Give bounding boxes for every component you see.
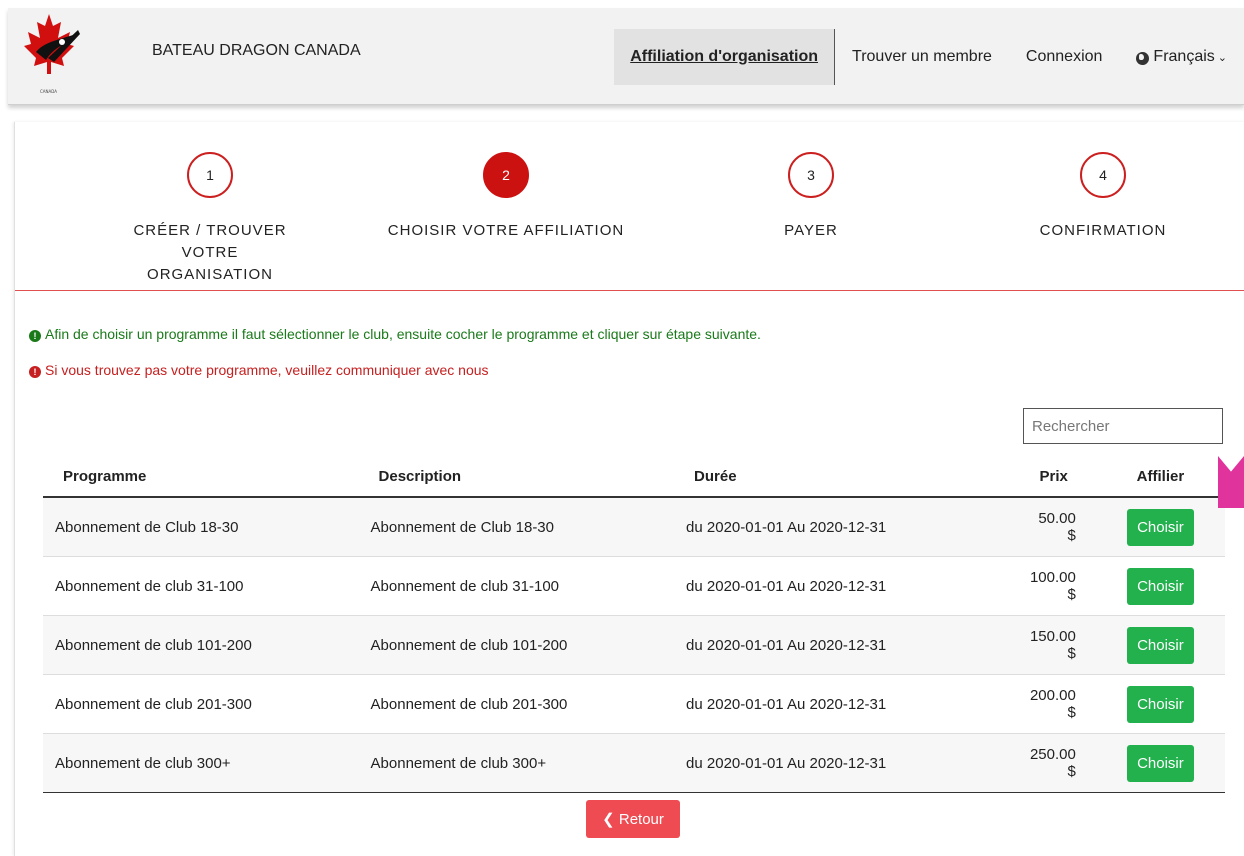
choose-button[interactable]: Choisir (1127, 744, 1194, 782)
step-2-label: CHOISIR VOTRE AFFILIATION (387, 222, 625, 239)
affiliate-cell: Choisir (1095, 674, 1225, 734)
price-cell: 50.00 $ (1017, 496, 1096, 557)
info-message: ! Afin de choisir un programme il faut sé… (29, 326, 761, 342)
description-cell: Abonnement de club 101-200 (358, 615, 675, 675)
search-input[interactable] (1023, 408, 1223, 444)
language-dropdown[interactable]: Français ⌄ (1119, 29, 1244, 85)
price-cell: 250.00 $ (1017, 733, 1096, 793)
price-cell: 100.00 $ (1017, 556, 1096, 616)
chevron-down-icon: ⌄ (1217, 51, 1227, 64)
header-price[interactable]: Prix (1017, 456, 1096, 498)
main-nav: Affiliation d'organisation Trouver un me… (614, 22, 1244, 92)
duration-cell: du 2020-01-01 Au 2020-12-31 (674, 615, 1018, 675)
brand-title[interactable]: BATEAU DRAGON CANADA (152, 42, 361, 60)
duration-cell: du 2020-01-01 Au 2020-12-31 (674, 733, 1018, 793)
step-1-number: 1 (187, 152, 233, 198)
choose-button[interactable]: Choisir (1127, 626, 1194, 664)
info-circle-icon: ! (29, 330, 41, 342)
step-1-label: CRÉER / TROUVER VOTRE ORGANISATION (133, 222, 287, 283)
nav-login-link[interactable]: Connexion (1009, 29, 1120, 85)
nav-affiliation-link[interactable]: Affiliation d'organisation (614, 29, 836, 85)
duration-cell: du 2020-01-01 Au 2020-12-31 (674, 556, 1018, 616)
price-cell: 200.00 $ (1017, 674, 1096, 734)
header-program[interactable]: Programme (43, 456, 359, 498)
affiliate-cell: Choisir (1095, 556, 1225, 616)
back-button-label: Retour (618, 811, 664, 828)
affiliate-cell: Choisir (1095, 733, 1225, 793)
step-4: 4 CONFIRMATION (973, 152, 1233, 242)
duration-cell: du 2020-01-01 Au 2020-12-31 (674, 674, 1018, 734)
table-row: Abonnement de club 201-300 Abonnement de… (43, 674, 1225, 734)
step-3-label: PAYER (784, 222, 838, 239)
info-message-text: Afin de choisir un programme il faut sél… (45, 326, 761, 342)
description-cell: Abonnement de Club 18-30 (358, 496, 675, 557)
alert-circle-icon: ! (29, 366, 41, 378)
nav-find-member-link[interactable]: Trouver un membre (835, 29, 1009, 85)
duration-cell: du 2020-01-01 Au 2020-12-31 (674, 496, 1018, 557)
program-cell: Abonnement de club 300+ (43, 733, 359, 793)
table-row: Abonnement de Club 18-30 Abonnement de C… (43, 496, 1225, 557)
description-cell: Abonnement de club 300+ (358, 733, 675, 793)
step-2: 2 CHOISIR VOTRE AFFILIATION (376, 152, 636, 242)
step-3-number: 3 (788, 152, 834, 198)
dragon-boat-canada-logo[interactable]: CANADA (18, 12, 80, 96)
warning-message-text: Si vous trouvez pas votre programme, veu… (45, 362, 489, 378)
warning-message: ! Si vous trouvez pas votre programme, ve… (29, 362, 489, 378)
header-description[interactable]: Description (358, 456, 675, 498)
affiliation-card: 1 CRÉER / TROUVER VOTRE ORGANISATION 2 C… (14, 122, 1244, 856)
step-1: 1 CRÉER / TROUVER VOTRE ORGANISATION (80, 152, 340, 286)
program-cell: Abonnement de club 31-100 (43, 556, 359, 616)
step-4-label: CONFIRMATION (1039, 222, 1167, 239)
program-cell: Abonnement de Club 18-30 (43, 496, 359, 557)
language-label: Français (1153, 48, 1215, 65)
choose-button[interactable]: Choisir (1127, 685, 1194, 723)
program-cell: Abonnement de club 101-200 (43, 615, 359, 675)
top-navbar: CANADA BATEAU DRAGON CANADA Affiliation … (8, 8, 1244, 105)
back-button[interactable]: ❮ Retour (586, 800, 680, 838)
table-row: Abonnement de club 300+ Abonnement de cl… (43, 733, 1225, 793)
affiliate-cell: Choisir (1095, 496, 1225, 557)
table-row: Abonnement de club 101-200 Abonnement de… (43, 615, 1225, 675)
step-4-number: 4 (1080, 152, 1126, 198)
program-cell: Abonnement de club 201-300 (43, 674, 359, 734)
chevron-left-icon: ❮ (602, 811, 619, 828)
programs-table: Programme Description Durée Prix Affilie… (43, 456, 1225, 793)
choose-button[interactable]: Choisir (1127, 508, 1194, 546)
step-3: 3 PAYER (681, 152, 941, 242)
description-cell: Abonnement de club 201-300 (358, 674, 675, 734)
choose-button[interactable]: Choisir (1127, 567, 1194, 605)
header-affiliate: Affilier (1095, 456, 1225, 498)
affiliate-cell: Choisir (1095, 615, 1225, 675)
description-cell: Abonnement de club 31-100 (358, 556, 675, 616)
step-2-number: 2 (483, 152, 529, 198)
header-duration[interactable]: Durée (674, 456, 1018, 498)
price-cell: 150.00 $ (1017, 615, 1096, 675)
table-header-row: Programme Description Durée Prix Affilie… (43, 456, 1225, 498)
progress-stepper: 1 CRÉER / TROUVER VOTRE ORGANISATION 2 C… (15, 122, 1244, 291)
svg-text:CANADA: CANADA (40, 89, 57, 94)
table-row: Abonnement de club 31-100 Abonnement de … (43, 556, 1225, 616)
globe-icon (1136, 51, 1150, 65)
